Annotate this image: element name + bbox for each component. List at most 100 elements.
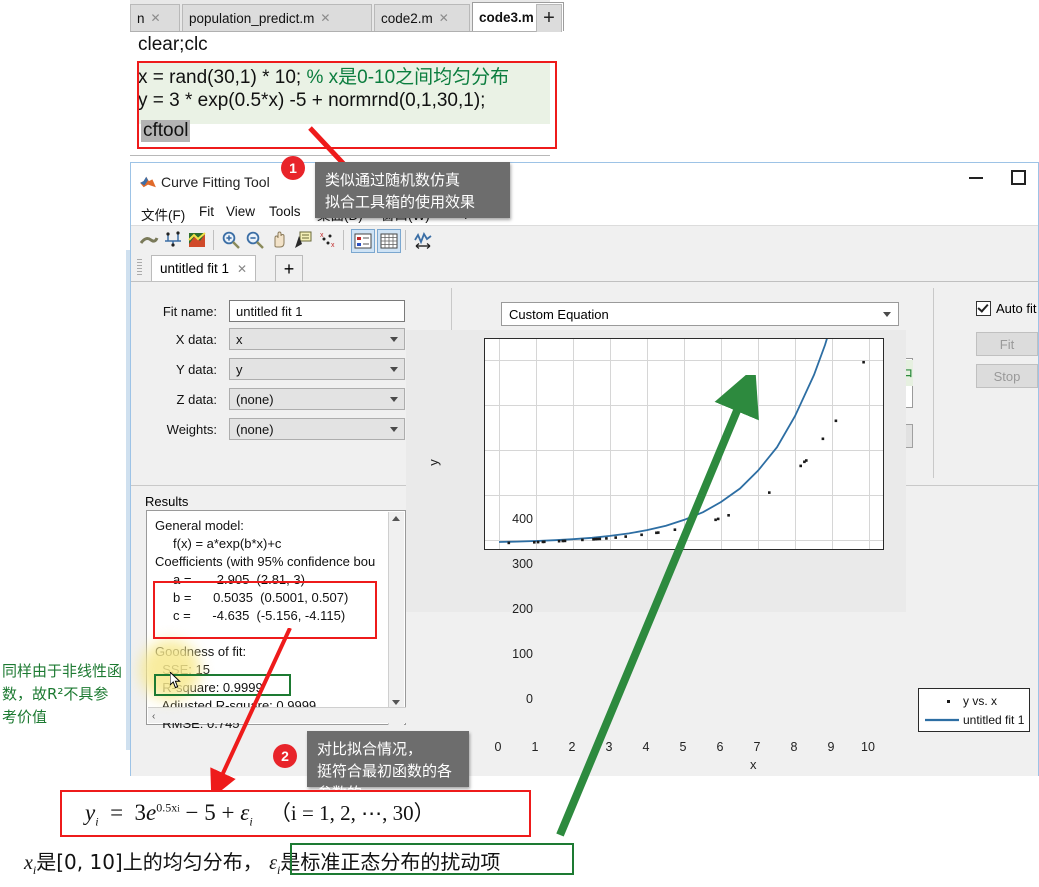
y-data-select[interactable]: y — [229, 358, 405, 380]
x-tick-8: 8 — [790, 740, 798, 754]
menu-item-tools[interactable]: Tools — [269, 204, 301, 219]
axes-limits-icon[interactable] — [413, 230, 433, 250]
formula-exp: 0.5x — [156, 800, 178, 815]
fit-name-value: untitled fit 1 — [236, 303, 303, 319]
zoom-out-icon[interactable] — [245, 230, 265, 250]
close-icon[interactable]: ✕ — [237, 262, 247, 276]
stop-button[interactable]: Stop — [976, 364, 1038, 388]
zoom-in-icon[interactable] — [221, 230, 241, 250]
legend-icon[interactable] — [351, 229, 375, 253]
legend-label-line: untitled fit 1 — [963, 713, 1025, 727]
callout-2-line-1: 对比拟合情况， — [317, 740, 423, 758]
editor-tab-0[interactable]: n ✕ — [130, 4, 180, 31]
editor-tab-label: code3.m — [479, 9, 534, 25]
x-data-value: x — [236, 331, 243, 347]
auto-fit-label: Auto fit — [996, 301, 1037, 316]
editor-tab-1[interactable]: population_predict.m ✕ — [182, 4, 372, 31]
fit-name-label: Fit name: — [162, 304, 217, 319]
y-tick-300: 300 — [512, 557, 533, 571]
menu-item-view[interactable]: View — [226, 204, 255, 219]
legend-item-line: untitled fit 1 — [919, 710, 1031, 730]
formula-minus: − 5 — [185, 800, 216, 825]
minimize-icon[interactable] — [969, 177, 983, 179]
close-icon[interactable]: ✕ — [151, 11, 161, 25]
scroll-down-icon[interactable] — [392, 700, 400, 705]
callout-1: 类似通过随机数仿真 拟合工具箱的使用效果 — [315, 162, 510, 218]
formula-range: （i = 1, 2, ⋯, 30） — [269, 801, 435, 825]
formula-text: yi = 3e0.5xi − 5 + εi （i = 1, 2, ⋯, 30） — [85, 797, 435, 830]
window-title: Curve Fitting Tool — [161, 174, 270, 190]
chevron-down-icon — [390, 336, 398, 342]
fit-tab-label: untitled fit 1 — [160, 261, 230, 276]
green-arrow — [556, 375, 759, 837]
close-icon[interactable]: ✕ — [439, 11, 449, 25]
menu-item-file[interactable]: 文件(F) — [141, 204, 185, 224]
pan-icon[interactable] — [269, 230, 289, 250]
editor-tab-label: n — [137, 10, 145, 26]
results-label: Results — [145, 494, 189, 509]
new-tab-button[interactable]: + — [536, 4, 562, 32]
formula-y: y — [85, 800, 96, 825]
weights-value: (none) — [236, 421, 274, 437]
legend-marker-icon — [947, 700, 950, 703]
callout-1-line-1: 类似通过随机数仿真 — [325, 171, 461, 189]
drag-grip[interactable] — [137, 259, 142, 275]
panel-divider-right — [933, 288, 934, 478]
formula-y-sub: i — [95, 814, 99, 829]
equation-type-value: Custom Equation — [509, 306, 609, 322]
weights-select[interactable]: (none) — [229, 418, 405, 440]
editor-tab-label: population_predict.m — [189, 10, 315, 26]
code-line-1[interactable]: clear;clc — [138, 34, 208, 56]
x-data-select[interactable]: x — [229, 328, 405, 350]
svg-text:x: x — [331, 242, 335, 249]
green-highlight-epsilon-box — [290, 843, 574, 875]
x-tick-0: 0 — [494, 740, 502, 754]
equation-type-select[interactable]: Custom Equation — [501, 302, 899, 326]
exclude-outliers-icon[interactable]: xx — [317, 230, 337, 250]
fit-tab-untitled-fit-1[interactable]: untitled fit 1 ✕ — [151, 255, 257, 281]
y-tick-0: 0 — [526, 692, 533, 706]
formula-e: e — [146, 800, 157, 825]
checkbox-icon — [976, 301, 991, 316]
auto-fit-checkbox[interactable]: Auto fit — [976, 301, 1036, 316]
z-data-label: Z data: — [176, 392, 217, 407]
menu-item-fit[interactable]: Fit — [199, 204, 214, 219]
chevron-down-icon — [390, 396, 398, 402]
z-data-value: (none) — [236, 391, 274, 407]
callout-2: 对比拟合情况， 挺符合最初函数的各参数的 — [307, 731, 469, 802]
scroll-up-icon[interactable] — [392, 516, 400, 521]
fit-curve-icon[interactable] — [139, 230, 159, 250]
data-cursor-icon[interactable] — [293, 230, 313, 250]
surface-plot-icon[interactable] — [187, 230, 207, 250]
editor-tab-2[interactable]: code2.m ✕ — [374, 4, 470, 31]
svg-text:x: x — [320, 232, 324, 239]
bottom-x-rest: 是[0, 10]上的均匀分布， — [36, 850, 263, 874]
formula-eq: = — [110, 800, 124, 825]
toolbar: xx — [131, 225, 1038, 255]
legend-line-icon — [925, 718, 959, 722]
close-icon[interactable]: ✕ — [320, 11, 330, 25]
fit-tab-bar: untitled fit 1 ✕ + — [131, 253, 1038, 282]
add-fit-button[interactable]: + — [275, 255, 303, 282]
chevron-down-icon — [883, 311, 891, 317]
z-data-select[interactable]: (none) — [229, 388, 405, 410]
formula-eps-sub: i — [249, 814, 253, 829]
chevron-down-icon — [390, 426, 398, 432]
y-data-label: Y data: — [176, 362, 217, 377]
x-tick-9: 9 — [827, 740, 835, 754]
chevron-down-icon — [390, 366, 398, 372]
residuals-icon[interactable] — [163, 230, 183, 250]
bottom-eps: ε — [269, 852, 277, 874]
window-title-bar: Curve Fitting Tool — [131, 163, 1038, 201]
grid-icon[interactable] — [377, 229, 401, 253]
red-arrow-2 — [210, 628, 292, 798]
maximize-icon[interactable] — [1011, 170, 1026, 185]
y-tick-400: 400 — [512, 512, 533, 526]
fit-button[interactable]: Fit — [976, 332, 1038, 356]
scroll-left-icon[interactable]: ‹ — [152, 711, 155, 722]
legend-label-scatter: y vs. x — [963, 694, 998, 708]
left-note: 同样由于非线性函数，故R²不具参考价值 — [2, 660, 122, 729]
results-vertical-scrollbar[interactable] — [388, 512, 404, 725]
fit-name-input[interactable]: untitled fit 1 — [229, 300, 405, 322]
editor-tab-bar: n ✕ population_predict.m ✕ code2.m ✕ cod… — [130, 0, 564, 32]
